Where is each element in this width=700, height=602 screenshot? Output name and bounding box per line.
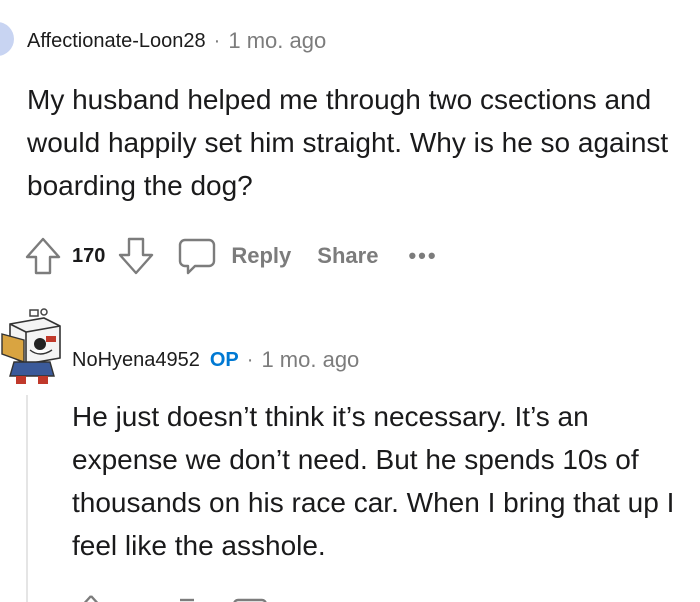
reply-bubble-icon[interactable] <box>230 588 270 602</box>
upvote-icon[interactable] <box>24 236 62 276</box>
more-icon[interactable]: ••• <box>408 243 437 269</box>
comment-author[interactable]: NoHyena4952 <box>72 349 200 372</box>
comment-meta: NoHyena4952 OP · 1 mo. ago <box>72 347 359 373</box>
meta-separator: · <box>213 29 221 52</box>
share-button[interactable]: Share <box>317 243 378 269</box>
reply-button[interactable]: Reply <box>231 243 291 269</box>
downvote-icon[interactable] <box>117 236 155 276</box>
meta-separator: · <box>246 348 254 371</box>
user-avatar[interactable] <box>0 22 14 56</box>
comment-thread: Affectionate-Loon28 · 1 mo. ago My husba… <box>0 0 700 602</box>
comment-timestamp[interactable]: 1 mo. ago <box>228 28 326 54</box>
comment-actions <box>72 588 270 602</box>
comment-body: He just doesn’t think it’s necessary. It… <box>72 401 675 561</box>
upvote-icon[interactable] <box>72 588 110 602</box>
comment-meta: Affectionate-Loon28 · 1 mo. ago <box>27 28 326 54</box>
op-badge: OP <box>209 348 239 371</box>
vote-score: 170 <box>72 244 106 267</box>
robot-avatar-icon[interactable] <box>0 302 64 388</box>
reply-bubble-icon[interactable] <box>177 236 217 276</box>
comment-actions: 170 Reply Share ••• <box>24 234 438 278</box>
thread-line[interactable] <box>26 395 28 602</box>
downvote-icon[interactable] <box>172 588 202 602</box>
comment-body: My husband helped me through two csectio… <box>27 84 669 201</box>
comment-timestamp[interactable]: 1 mo. ago <box>261 347 359 373</box>
comment-author[interactable]: Affectionate-Loon28 <box>27 30 206 53</box>
